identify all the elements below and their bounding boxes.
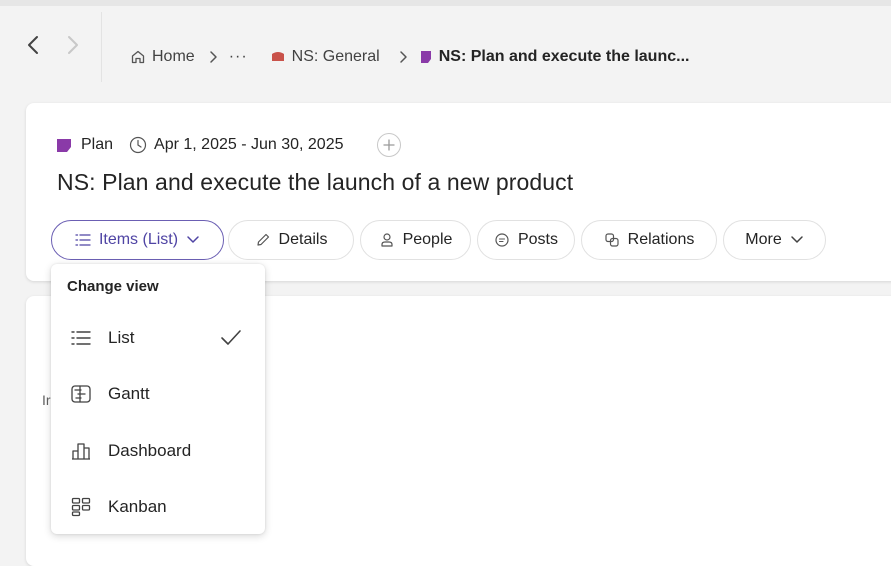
plan-icon <box>420 51 431 63</box>
chevron-right-icon <box>68 36 78 54</box>
menu-item-list[interactable]: List <box>51 316 265 360</box>
list-icon <box>75 234 91 246</box>
gantt-icon <box>70 383 92 405</box>
breadcrumb-overflow[interactable]: ··· <box>229 48 248 66</box>
chevron-left-icon <box>28 36 38 54</box>
menu-item-label: List <box>108 328 135 347</box>
page-title: NS: Plan and execute the launch of a new… <box>57 169 574 195</box>
tab-label: Posts <box>517 231 558 248</box>
tab-label: People <box>402 231 453 248</box>
tab-details[interactable]: Details <box>228 220 354 260</box>
plan-icon <box>57 139 71 152</box>
forward-button[interactable] <box>62 34 84 56</box>
menu-item-label: Gantt <box>108 384 150 403</box>
list-icon <box>70 327 92 349</box>
tab-more[interactable]: More <box>723 220 826 260</box>
menu-header: Change view <box>67 278 159 295</box>
chevron-down-icon <box>790 236 803 243</box>
back-button[interactable] <box>22 34 44 56</box>
tab-label: Details <box>278 231 328 248</box>
plus-icon <box>382 139 395 151</box>
pencil-icon <box>256 233 269 246</box>
plan-general-icon <box>271 52 284 61</box>
dashboard-icon <box>70 440 92 462</box>
menu-item-label: Dashboard <box>108 441 192 460</box>
tab-label: Items (List) <box>98 231 179 248</box>
menu-item-label: Kanban <box>108 497 167 516</box>
plan-type-label: Plan <box>81 136 114 153</box>
tab-items-list[interactable]: Items (List) <box>51 220 224 260</box>
breadcrumb-home[interactable]: Home <box>130 48 195 66</box>
breadcrumb-current[interactable]: NS: Plan and execute the launc... <box>419 48 690 66</box>
tab-label: More <box>745 231 782 248</box>
tab-label: Relations <box>627 231 695 248</box>
plan-header-card: Plan Apr 1, 2025 - Jun 30, 2025 NS: Plan… <box>26 103 891 281</box>
content-text: Ir <box>42 392 51 408</box>
breadcrumb-general-label: NS: General <box>291 48 380 65</box>
top-bar: Home ··· NS: General NS: Plan and execut… <box>0 0 891 82</box>
chat-icon <box>495 233 509 247</box>
breadcrumb-current-label: NS: Plan and execute the launc... <box>438 48 690 65</box>
tab-people[interactable]: People <box>360 220 471 260</box>
breadcrumb-home-label: Home <box>152 48 195 65</box>
home-icon <box>131 50 145 64</box>
checkmark-icon <box>221 330 241 345</box>
chevron-right-icon <box>398 50 408 64</box>
menu-item-kanban[interactable]: Kanban <box>51 485 265 529</box>
history-nav <box>0 12 102 82</box>
chevron-down-icon <box>187 236 199 243</box>
clock-icon <box>129 136 147 154</box>
person-icon <box>380 233 393 247</box>
breadcrumb: Home ··· NS: General NS: Plan and execut… <box>130 44 689 70</box>
tab-posts[interactable]: Posts <box>477 220 575 260</box>
kanban-icon <box>70 496 92 518</box>
menu-item-gantt[interactable]: Gantt <box>51 372 265 416</box>
link-icon <box>605 233 619 247</box>
plan-date-range: Apr 1, 2025 - Jun 30, 2025 <box>154 136 344 153</box>
chevron-right-icon <box>208 50 218 64</box>
change-view-menu: Change view List Gantt Dashboard Kanban <box>51 264 265 534</box>
plan-meta: Plan Apr 1, 2025 - Jun 30, 2025 <box>56 133 401 157</box>
tab-relations[interactable]: Relations <box>581 220 717 260</box>
breadcrumb-general[interactable]: NS: General <box>270 48 380 66</box>
add-button[interactable] <box>376 133 401 157</box>
menu-item-dashboard[interactable]: Dashboard <box>51 429 265 473</box>
